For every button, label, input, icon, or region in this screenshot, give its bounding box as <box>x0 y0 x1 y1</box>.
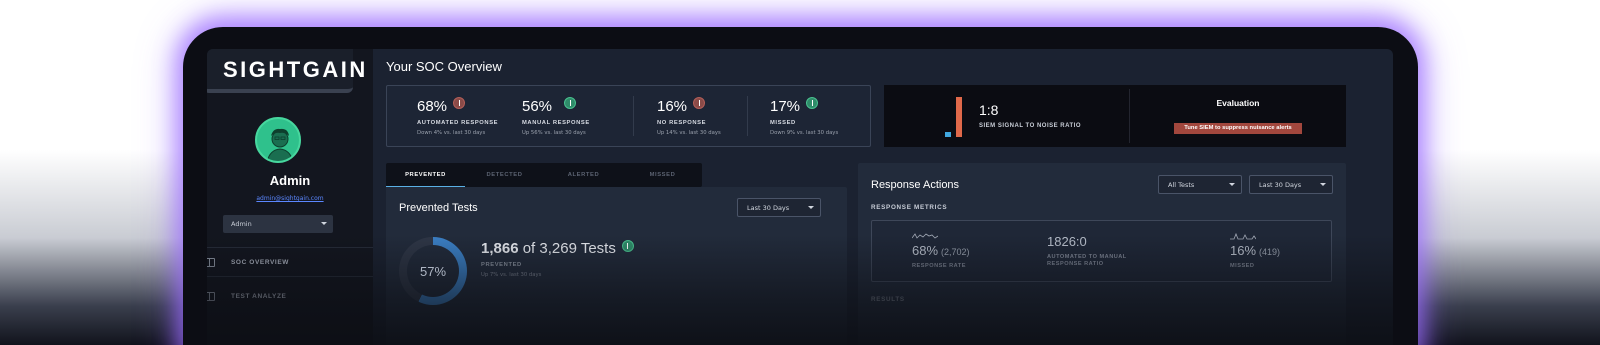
stat-value: 17% <box>770 98 801 115</box>
trend-up-icon <box>564 97 577 109</box>
user-email-link[interactable]: admin@sightgain.com <box>207 195 373 202</box>
metric-response-rate: 68% (2,702) RESPONSE RATE <box>912 233 970 270</box>
tab-missed[interactable]: MISSED <box>623 163 702 187</box>
nav-item-test-analyze[interactable]: TEST ANALYZE <box>207 284 373 310</box>
trend-down-icon <box>693 97 706 109</box>
main-content: Your SOC Overview 68% AUTOMATED RESPONSE… <box>373 49 1393 345</box>
stat-label: NO RESPONSE <box>657 120 707 126</box>
chevron-down-icon <box>1320 183 1326 186</box>
chevron-down-icon <box>321 222 327 225</box>
user-name: Admin <box>269 173 311 188</box>
nav-item-soc-overview[interactable]: SOC OVERVIEW <box>207 250 373 276</box>
metric-value: 16% <box>1230 243 1257 258</box>
date-range-select[interactable]: Last 30 Days <box>1249 175 1333 194</box>
avatar[interactable] <box>255 117 301 163</box>
prevented-tests-panel: Prevented Tests Last 30 Days 57% 1,866 o… <box>386 187 847 345</box>
response-actions-panel: Response Actions All Tests Last 30 Days … <box>858 163 1346 345</box>
prevented-subtext: Up 7% vs. last 30 days <box>481 272 542 278</box>
stat-subtext: Down 4% vs. last 30 days <box>417 130 486 136</box>
stat-missed: 17% MISSED Down 9% vs. last 30 days <box>770 96 838 136</box>
result-tabs: PREVENTED DETECTED ALERTED MISSED <box>386 163 702 187</box>
stat-label: MANUAL RESPONSE <box>522 120 590 126</box>
stat-subtext: Up 14% vs. last 30 days <box>657 130 721 136</box>
signal-noise-ratio: 1:8 <box>979 102 999 118</box>
app-screen: SIGHTGAIN Admin admin@sightgain.com Admi… <box>207 49 1393 345</box>
nav-item-label: SOC OVERVIEW <box>231 259 290 266</box>
analyze-icon <box>207 292 215 301</box>
tab-detected[interactable]: DETECTED <box>465 163 544 187</box>
sidebar-divider <box>207 276 373 277</box>
stat-label: MISSED <box>770 120 796 126</box>
panel-title: Response Actions <box>871 179 960 191</box>
role-select-value: Admin <box>231 220 252 228</box>
metric-label: AUTOMATED TO MANUAL RESPONSE RATIO <box>1047 254 1127 267</box>
sidebar: SIGHTGAIN Admin admin@sightgain.com Admi… <box>207 49 373 345</box>
metric-automated-manual-ratio: 1826:0 AUTOMATED TO MANUAL RESPONSE RATI… <box>1047 234 1147 268</box>
chevron-down-icon <box>808 206 814 209</box>
stat-value: 56% <box>522 98 553 115</box>
stat-no-response: 16% NO RESPONSE Up 14% vs. last 30 days <box>657 96 721 136</box>
nav-item-label: TEST ANALYZE <box>231 293 287 300</box>
stat-subtext: Up 56% vs. last 30 days <box>522 130 586 136</box>
avatar-illustration <box>266 128 294 161</box>
tab-prevented[interactable]: PREVENTED <box>386 163 465 187</box>
metric-missed: 16% (419) MISSED <box>1230 232 1281 270</box>
signal-noise-panel: 1:8 SIEM SIGNAL TO NOISE RATIO Evaluatio… <box>884 85 1346 147</box>
sparkline-icon <box>912 233 938 239</box>
response-metrics: 68% (2,702) RESPONSE RATE 1826:0 AUTOMATE… <box>871 220 1332 282</box>
stat-divider <box>633 96 634 136</box>
test-filter-value: All Tests <box>1168 181 1195 189</box>
metric-value: 68% <box>912 243 939 258</box>
signal-bar <box>945 132 951 137</box>
sidebar-divider <box>207 247 373 248</box>
test-filter-select[interactable]: All Tests <box>1158 175 1242 194</box>
date-range-select[interactable]: Last 30 Days <box>737 198 821 217</box>
evaluation-title: Evaluation <box>1216 98 1260 108</box>
trend-up-icon <box>806 97 819 109</box>
stat-automated-response: 68% AUTOMATED RESPONSE Down 4% vs. last … <box>417 96 498 136</box>
prevented-count: 1,866 of 3,269 Tests <box>481 240 634 257</box>
layout-icon <box>207 258 215 267</box>
date-range-value: Last 30 Days <box>1259 181 1302 189</box>
stat-value: 68% <box>417 98 448 115</box>
metric-value: 1826:0 <box>1047 234 1087 249</box>
chevron-down-icon <box>1229 183 1235 186</box>
noise-bar <box>956 97 962 137</box>
metric-label: MISSED <box>1230 263 1255 269</box>
metric-count: (419) <box>1259 247 1281 257</box>
role-select[interactable]: Admin <box>223 215 333 233</box>
stat-divider <box>747 96 748 136</box>
donut-percent: 57% <box>419 264 447 279</box>
stat-subtext: Down 9% vs. last 30 days <box>770 130 839 136</box>
brand-logo: SIGHTGAIN <box>223 57 368 82</box>
signal-noise-label: SIEM SIGNAL TO NOISE RATIO <box>979 123 1082 129</box>
stat-label: AUTOMATED RESPONSE <box>417 120 499 126</box>
prevented-total: of 3,269 Tests <box>522 240 616 257</box>
metric-count: (2,702) <box>941 247 970 257</box>
metrics-heading: RESPONSE METRICS <box>871 204 948 211</box>
page-title: Your SOC Overview <box>386 59 502 74</box>
prevented-label: PREVENTED <box>481 262 522 268</box>
date-range-value: Last 30 Days <box>747 204 790 212</box>
stat-value: 16% <box>657 98 688 115</box>
tab-alerted[interactable]: ALERTED <box>544 163 623 187</box>
evaluation-badge: Tune SIEM to suppress nuisance alerts <box>1174 123 1302 134</box>
stats-summary: 68% AUTOMATED RESPONSE Down 4% vs. last … <box>386 85 871 147</box>
sparkline-icon <box>1230 232 1256 240</box>
trend-up-icon <box>621 240 634 252</box>
trend-down-icon <box>453 97 466 109</box>
results-heading: RESULTS <box>871 296 905 303</box>
panel-title: Prevented Tests <box>399 202 478 214</box>
metric-label: RESPONSE RATE <box>912 263 966 269</box>
prevented-count-value: 1,866 <box>481 240 519 257</box>
stat-manual-response: 56% MANUAL RESPONSE Up 56% vs. last 30 d… <box>522 96 590 136</box>
logo-container[interactable]: SIGHTGAIN <box>207 49 365 93</box>
